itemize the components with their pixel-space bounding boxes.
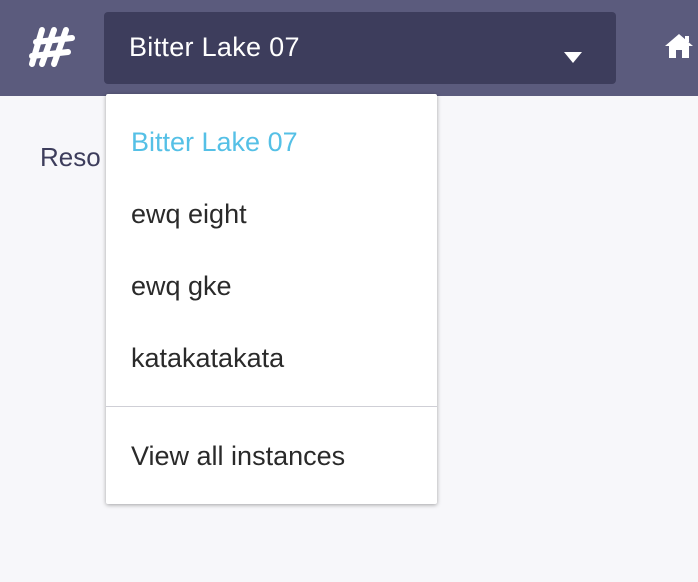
instance-selector-value: Bitter Lake 07 [129, 32, 300, 62]
home-icon[interactable] [664, 33, 694, 59]
brand-logo-icon[interactable] [28, 26, 76, 68]
dropdown-item-katakatakata[interactable]: katakatakata [106, 329, 437, 387]
dropdown-divider [106, 406, 437, 407]
top-navigation-bar: Bitter Lake 07 [0, 0, 698, 96]
instance-dropdown-menu: Bitter Lake 07 ewq eight ewq gke katakat… [106, 94, 437, 504]
caret-down-icon [564, 52, 582, 63]
page-heading: Reso [40, 142, 101, 172]
dropdown-item-bitter-lake-07[interactable]: Bitter Lake 07 [106, 113, 437, 171]
view-all-instances-link[interactable]: View all instances [106, 427, 437, 485]
dropdown-item-ewq-eight[interactable]: ewq eight [106, 185, 437, 243]
dropdown-item-ewq-gke[interactable]: ewq gke [106, 257, 437, 315]
instance-selector[interactable]: Bitter Lake 07 [104, 12, 616, 84]
